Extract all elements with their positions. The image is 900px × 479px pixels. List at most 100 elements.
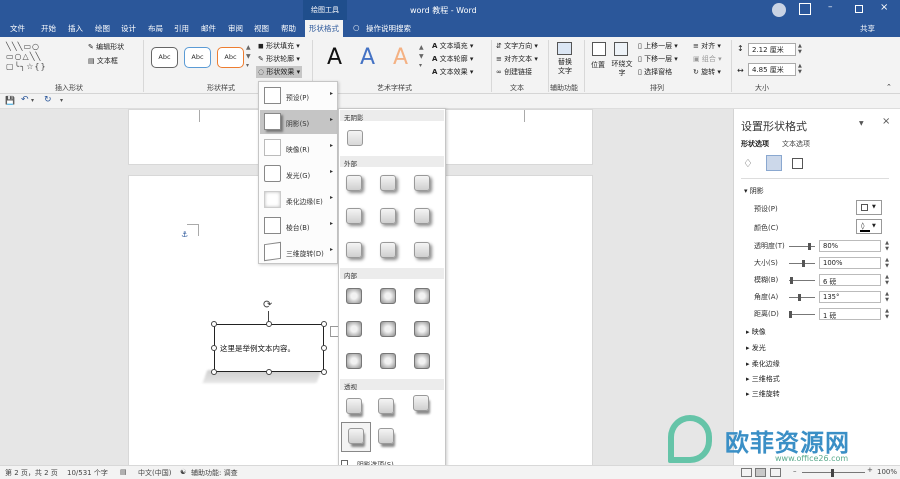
menu-item-shadow[interactable]: 阴影(S) ▸	[260, 110, 337, 134]
shadow-perspective-option[interactable]	[413, 395, 429, 411]
style-gallery-scroll[interactable]: ▲ ▼ ▾	[246, 43, 251, 70]
shadow-inner-option[interactable]	[346, 353, 362, 369]
tab-text-options[interactable]: 文本选项	[782, 139, 810, 149]
zoom-in-button[interactable]: +	[867, 466, 873, 474]
menu-item-reflection[interactable]: 映像(R) ▸	[260, 136, 337, 160]
tab-design[interactable]: 设计	[121, 23, 136, 34]
tab-shape-options[interactable]: 形状选项	[741, 139, 769, 149]
collapse-ribbon-icon[interactable]: ⌃	[886, 83, 892, 91]
shadow-inner-option[interactable]	[380, 288, 396, 304]
height-spinner[interactable]: ▲ ▼	[798, 43, 802, 55]
tell-me-search[interactable]: 操作说明搜索	[366, 23, 411, 34]
shape-text[interactable]: 这里是举例文本内容。	[220, 343, 295, 354]
shadow-outer-option[interactable]	[346, 175, 362, 191]
wrap-text-button[interactable]: 环绕文字	[611, 60, 633, 78]
shadow-outer-option[interactable]	[346, 208, 362, 224]
alt-text-icon[interactable]	[557, 42, 572, 55]
angle-slider-thumb[interactable]	[798, 294, 801, 301]
reflection-section-header[interactable]: ▸ 映像	[746, 327, 766, 337]
shape-fill-button[interactable]: ◼ 形状填充 ▾	[258, 41, 300, 51]
selection-pane-button[interactable]: ▯ 选择窗格	[638, 67, 672, 77]
read-mode-icon[interactable]	[741, 468, 752, 477]
undo-dropdown-icon[interactable]: ▾	[31, 97, 34, 104]
position-button[interactable]: 位置	[591, 60, 605, 70]
shadow-outer-option[interactable]	[414, 242, 430, 258]
resize-handle-nw[interactable]	[211, 321, 217, 327]
blur-slider-thumb[interactable]	[790, 277, 793, 284]
width-input[interactable]: 4.85 厘米	[748, 63, 796, 76]
tab-mailings[interactable]: 邮件	[201, 23, 216, 34]
group-button[interactable]: ▣ 组合 ▾	[693, 54, 722, 64]
distance-slider-thumb[interactable]	[789, 311, 792, 318]
fill-line-icon[interactable]: ♢	[743, 157, 753, 170]
tab-view[interactable]: 视图	[254, 23, 269, 34]
page-count[interactable]: 第 2 页，共 2 页	[5, 468, 58, 478]
position-icon[interactable]	[592, 42, 606, 56]
text-direction-button[interactable]: ⇵ 文字方向 ▾	[496, 41, 538, 51]
resize-handle-se[interactable]	[321, 369, 327, 375]
zoom-slider-thumb[interactable]	[831, 469, 834, 477]
glow-section-header[interactable]: ▸ 发光	[746, 343, 766, 353]
angle-spinner[interactable]: ▲ ▼	[883, 291, 891, 303]
restore-icon[interactable]	[855, 5, 863, 13]
print-layout-icon[interactable]	[755, 468, 766, 477]
3d-rotation-section-header[interactable]: ▸ 三维旋转	[746, 389, 780, 399]
wordart-gallery-scroll[interactable]: ▲ ▼ ▾	[419, 43, 424, 70]
menu-item-soft-edges[interactable]: 柔化边缘(E) ▸	[260, 188, 337, 212]
shadow-inner-option[interactable]	[380, 321, 396, 337]
minimize-icon[interactable]: –	[828, 2, 833, 12]
wordart-style-1[interactable]: A	[327, 45, 342, 70]
language[interactable]: 中文(中国)	[138, 468, 171, 478]
ribbon-display-icon[interactable]	[799, 3, 811, 15]
share-button[interactable]: 共享	[860, 23, 875, 34]
shapes-gallery[interactable]: ╲╲╲▭○ ▭○△╲╲ ▢╰╮☆{}	[6, 42, 76, 76]
anchor-icon[interactable]: ⚓	[181, 230, 188, 239]
shadow-outer-option[interactable]	[414, 175, 430, 191]
size-properties-icon[interactable]	[792, 158, 803, 169]
shape-outline-button[interactable]: ✎ 形状轮廓 ▾	[258, 54, 300, 64]
tab-home[interactable]: 开始	[41, 23, 56, 34]
blur-spinner[interactable]: ▲ ▼	[883, 274, 891, 286]
size-spinner[interactable]: ▲ ▼	[883, 257, 891, 269]
shadow-perspective-option[interactable]	[378, 398, 394, 414]
pane-menu-icon[interactable]: ▼	[859, 120, 864, 127]
redo-icon[interactable]: ↻	[44, 95, 52, 105]
shadow-none-option[interactable]	[347, 130, 363, 146]
size-input[interactable]: 100%	[819, 257, 881, 269]
wrap-text-icon[interactable]	[614, 42, 628, 56]
wordart-style-2[interactable]: A	[360, 45, 375, 70]
soft-edges-section-header[interactable]: ▸ 柔化边缘	[746, 359, 780, 369]
style-preset-2[interactable]: Abc	[184, 47, 211, 68]
shadow-inner-option[interactable]	[346, 321, 362, 337]
style-preset-1[interactable]: Abc	[151, 47, 178, 68]
distance-spinner[interactable]: ▲ ▼	[883, 308, 891, 320]
rotate-handle-icon[interactable]: ⟳	[263, 298, 272, 311]
shadow-perspective-selected[interactable]	[341, 422, 371, 452]
avatar[interactable]	[772, 3, 786, 17]
shadow-outer-option[interactable]	[380, 242, 396, 258]
width-spinner[interactable]: ▲ ▼	[798, 63, 802, 75]
resize-handle-sw[interactable]	[211, 369, 217, 375]
shadow-inner-option[interactable]	[414, 321, 430, 337]
distance-slider[interactable]	[789, 314, 815, 315]
save-icon[interactable]: 💾	[5, 96, 15, 105]
style-preset-3[interactable]: Abc	[217, 47, 244, 68]
accessibility-status[interactable]: 辅助功能: 调查	[191, 468, 238, 478]
tab-review[interactable]: 审阅	[228, 23, 243, 34]
bring-forward-button[interactable]: ▯ 上移一层 ▾	[638, 41, 678, 51]
shadow-inner-option[interactable]	[346, 288, 362, 304]
zoom-level[interactable]: 100%	[877, 468, 897, 476]
height-input[interactable]: 2.12 厘米	[748, 43, 796, 56]
undo-icon[interactable]: ↶	[21, 95, 29, 105]
blur-input[interactable]: 6 磅	[819, 274, 881, 286]
pane-close-icon[interactable]: ×	[882, 116, 890, 127]
size-slider-thumb[interactable]	[802, 260, 805, 267]
close-icon[interactable]: ×	[880, 2, 888, 13]
proofing-icon[interactable]: ▤	[120, 468, 127, 476]
wordart-style-3[interactable]: A	[393, 45, 408, 70]
resize-handle-ne[interactable]	[321, 321, 327, 327]
shadow-inner-option[interactable]	[414, 288, 430, 304]
tab-shape-format[interactable]: 形状格式	[305, 20, 343, 37]
effects-icon[interactable]	[766, 155, 782, 171]
menu-item-glow[interactable]: 发光(G) ▸	[260, 162, 337, 186]
